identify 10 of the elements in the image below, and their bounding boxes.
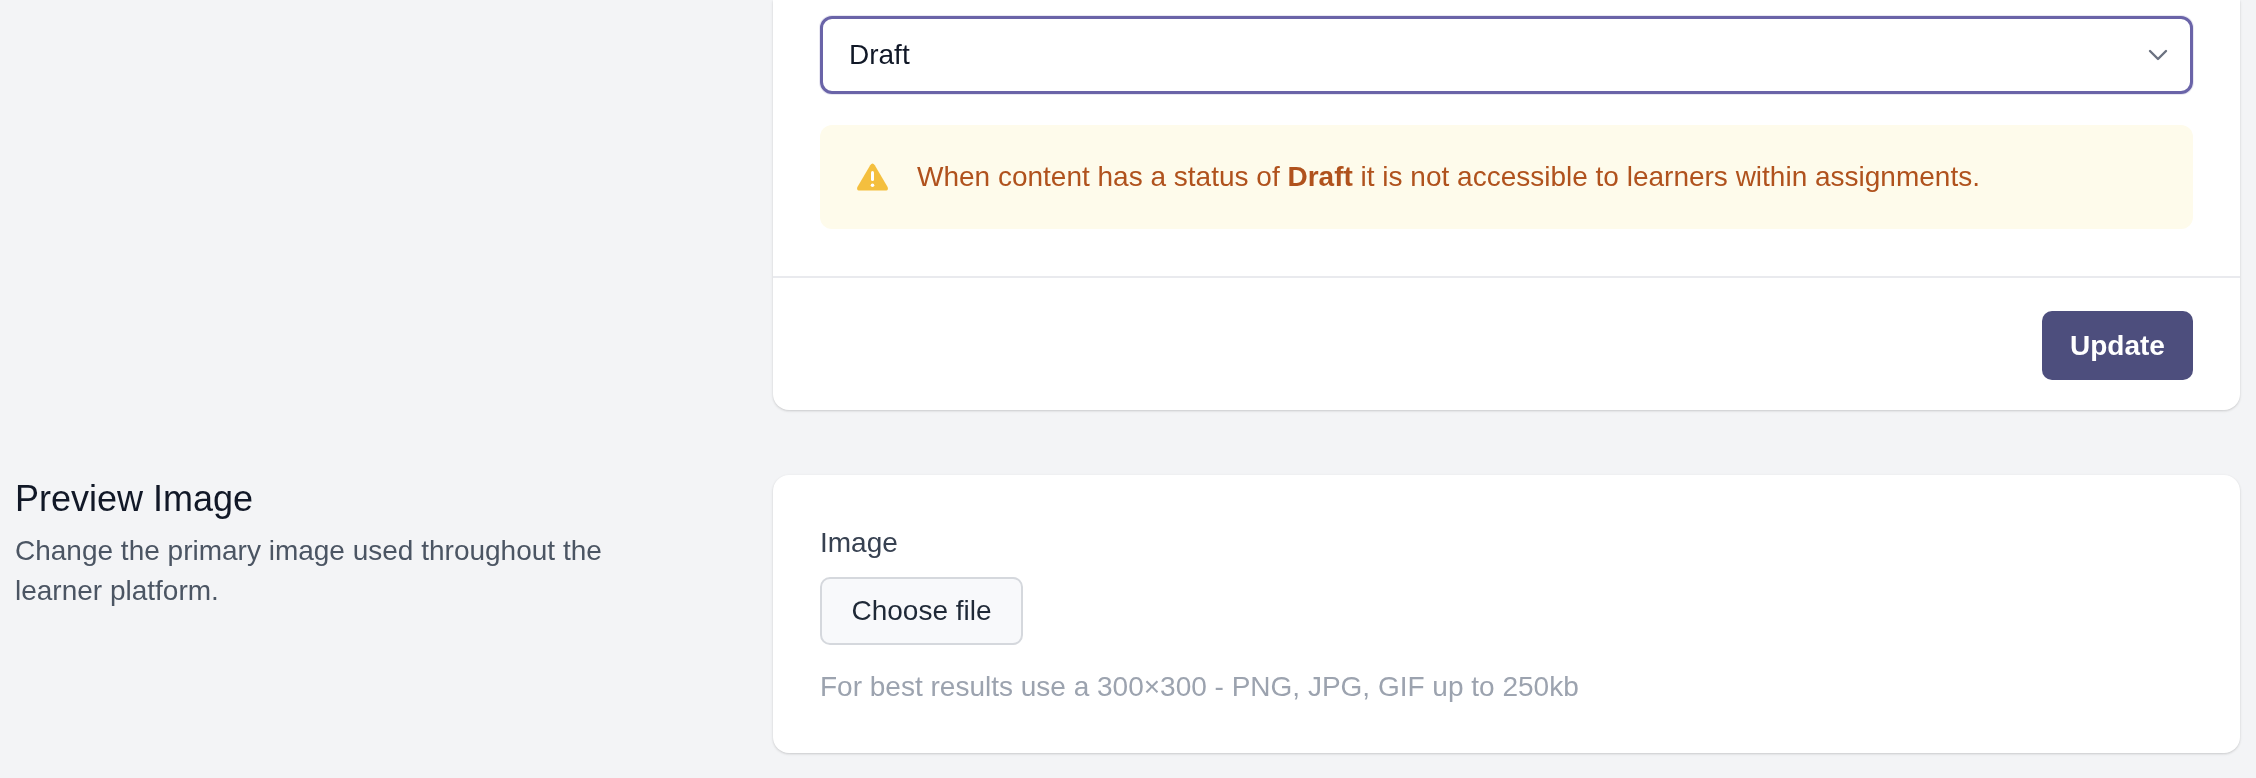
chevron-down-icon (2148, 49, 2168, 61)
warning-icon (857, 163, 888, 191)
section-description: Change the primary image used throughout the learner platform. (15, 534, 603, 608)
section-title: Preview Image (15, 477, 255, 521)
alert-text: When content has a status of Draft it is not accessible to learners within assignments. (917, 160, 1980, 194)
help-text: For best results use a 300×300 - PNG, JPG, GIF up to 250kb (820, 670, 1580, 704)
update-button[interactable]: Update (2042, 311, 2193, 380)
status-select[interactable]: Draft (820, 16, 2193, 94)
choose-file-button[interactable]: Choose file (820, 577, 1023, 645)
field-label: Image (820, 526, 899, 560)
